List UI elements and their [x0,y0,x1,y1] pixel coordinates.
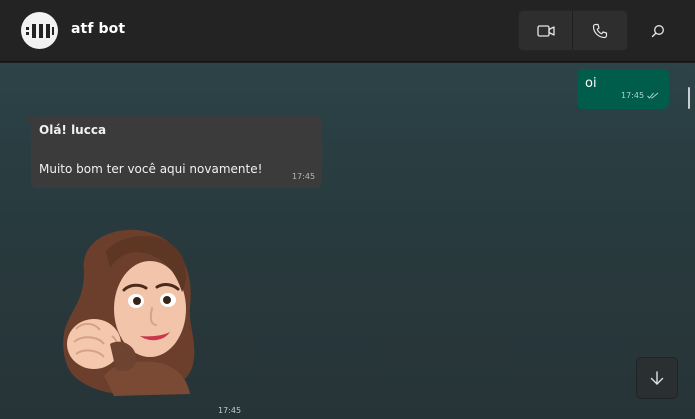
scroll-to-bottom-button[interactable] [636,357,678,399]
scrollbar-thumb[interactable] [688,87,690,109]
message-text: oi [585,76,597,91]
outgoing-message[interactable]: oi 17:45 [577,69,669,109]
video-camera-icon [536,24,555,37]
call-buttons-group [518,10,628,51]
message-greeting: Olá! lucca [39,123,107,137]
message-text: Muito bom ter você aqui novamente! [39,162,263,176]
voice-call-button[interactable] [573,11,627,50]
video-call-button[interactable] [519,11,574,50]
double-check-icon [647,92,659,99]
chat-title[interactable]: atf bot [71,21,125,37]
incoming-message[interactable]: Olá! lucca Muito bom ter você aqui novam… [24,116,322,188]
bot-logo-icon [25,23,54,38]
chat-window: atf bot oi 17:45 Olá! lucca Muito bom te… [0,0,695,419]
memoji-fist-bump-sticker[interactable] [54,226,202,401]
sticker-time: 17:45 [218,406,242,415]
contact-avatar[interactable] [21,12,58,49]
arrow-down-icon [650,371,664,385]
message-time: 17:45 [621,91,645,100]
message-meta: 17:45 [621,91,659,100]
search-button[interactable] [642,15,674,47]
phone-icon [592,23,608,38]
message-list[interactable]: oi 17:45 Olá! lucca Muito bom ter você a… [0,63,695,419]
message-time: 17:45 [292,172,316,181]
bubble-tail [24,116,32,124]
chat-header: atf bot [0,0,695,62]
search-icon [651,25,664,38]
